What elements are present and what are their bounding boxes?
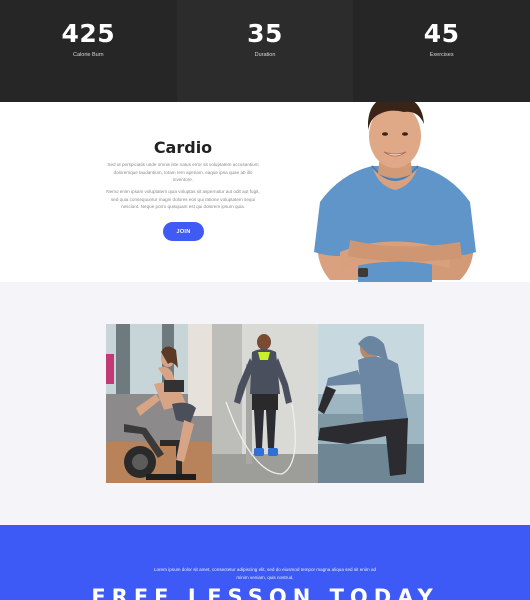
stat-calorie-burn: 425 Calorie Burn <box>0 0 177 102</box>
stat-label: Duration <box>254 52 276 58</box>
cardio-section: Cardio Sed ut perspiciatis unde omnis is… <box>0 102 530 282</box>
stat-label: Exercises <box>429 52 454 58</box>
join-button[interactable]: JOIN <box>163 222 204 241</box>
stats-band: 425 Calorie Burn 35 Duration 45 Exercise… <box>0 0 530 102</box>
cardio-title: Cardio <box>153 138 213 157</box>
lesson-title: FREE LESSON TODAY <box>91 585 439 600</box>
gallery-photo-cycling[interactable] <box>106 324 212 483</box>
gallery-section <box>0 282 530 525</box>
free-lesson-band: Lorem ipsum dolor sit amet, consectetur … <box>0 525 530 600</box>
stat-value: 45 <box>423 19 460 48</box>
stat-label: Calorie Burn <box>73 52 104 58</box>
gallery-photo-stretching[interactable] <box>318 324 424 483</box>
cardio-paragraph: Nemo enim ipsam voluptatem quia voluptas… <box>106 189 260 210</box>
trainer-photo <box>300 102 490 282</box>
stat-value: 425 <box>61 19 116 48</box>
gallery-photo-jump-rope[interactable] <box>212 324 318 483</box>
photo-gallery <box>106 324 424 483</box>
stat-duration: 35 Duration <box>176 0 354 102</box>
cardio-paragraph: Sed ut perspiciatis unde omnis iste natu… <box>107 162 259 183</box>
lesson-description: Lorem ipsum dolor sit amet, consectetur … <box>153 567 377 580</box>
stat-exercises: 45 Exercises <box>353 0 530 102</box>
stat-value: 35 <box>247 19 283 48</box>
